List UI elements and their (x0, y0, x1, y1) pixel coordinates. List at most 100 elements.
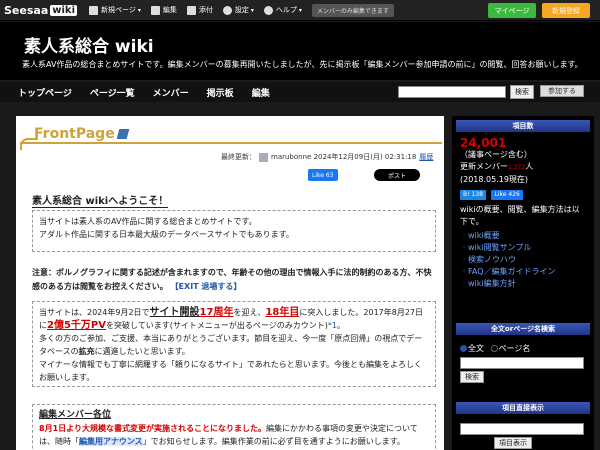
fulltext-search-panel: 全文 ページ名 検索 (456, 340, 590, 396)
nav-members[interactable]: メンバー (153, 86, 189, 99)
footnote-link[interactable]: *1 (328, 321, 337, 330)
members-line: 更新メンバー1,372人 (460, 161, 586, 174)
updated-date: 2024年12月09日(月) 02:31:18 (313, 153, 417, 161)
nav-page-list[interactable]: ページ一覧 (90, 86, 135, 99)
radio-pagename[interactable] (490, 345, 498, 352)
intro-line-2: アダルト作品に関する日本最大級のデータベースサイトでもあります。 (39, 230, 294, 239)
anniv-site-open: サイト開設 (149, 307, 200, 318)
link-wiki-sample[interactable]: wiki閲覧サンプル (460, 242, 586, 254)
fulltext-search-heading: 全文orページ名検索 (456, 323, 590, 335)
menu-attach-label: 添付 (198, 6, 213, 14)
welcome-heading: 素人系総合 wikiへようこそ！ (32, 192, 169, 208)
editor-heading: 編集メンバー各位 (39, 410, 112, 420)
nav-top-page[interactable]: トップページ (18, 86, 72, 99)
chevron-down-icon: ▾ (250, 6, 254, 14)
direct-item-heading: 項目直接表示 (456, 402, 590, 414)
link-faq-guideline[interactable]: FAQ／編集ガイドライン (460, 266, 586, 278)
gear-icon (222, 5, 232, 15)
menu-settings[interactable]: 設定 ▾ (222, 5, 254, 15)
x-post-button[interactable]: ポスト (374, 169, 420, 181)
anniv-text: を迎え、 (233, 308, 266, 317)
last-updated: 最終更新： marubonne 2024年12月09日(月) 02:31:18 … (221, 152, 433, 162)
anniv-text: を突破しています(サイトメニューが出るページのみカウント) (105, 321, 328, 330)
radio-pagename-label: ページ名 (498, 344, 531, 353)
guide-links: wiki概要 wiki閲覧サンプル 検索ノウハウ FAQ／編集ガイドライン wi… (460, 230, 586, 290)
anniv-18th: 18年目 (265, 307, 300, 318)
search-button[interactable]: 検索 (510, 85, 534, 99)
updated-label: 最終更新： (221, 153, 256, 161)
adult-notice: 注意：ポルノグラフィに関する記述が含まれますので、年齢その他の理由で情報入手に法… (32, 266, 438, 294)
facebook-like-button[interactable]: Like 426 (491, 190, 523, 200)
site-description: 素人系AV作品の総合まとめサイトです。編集メンバーの募集再開いたしましたが、先に… (22, 60, 583, 69)
anniv-text: に邁進したいと思います。 (94, 347, 190, 356)
nav-edit[interactable]: 編集 (252, 86, 270, 99)
site-header: 素人系総合 wiki 素人系AV作品の総合まとめサイトです。編集メンバーの募集再… (0, 22, 600, 80)
anniv-pv: 2億5千万PV (47, 320, 106, 331)
direct-item-button[interactable]: 項目表示 (494, 437, 532, 449)
count-note: （議事ページ含む） (460, 150, 532, 159)
edit-announce-link[interactable]: 編集用アナウンス (79, 437, 143, 446)
anniv-text: 。 (336, 321, 345, 330)
link-search-knowhow[interactable]: 検索ノウハウ (460, 254, 586, 266)
main-content: FrontPage 最終更新： marubonne 2024年12月09日(月)… (16, 116, 444, 450)
top-toolbar: Seesaa wiki 新規ページ ▾ 編集 添付 設定 ▾ ヘルプ ▾ メンバ… (0, 0, 600, 21)
seesaa-wiki-logo[interactable]: Seesaa wiki (4, 4, 77, 17)
menu-edit[interactable]: 編集 (150, 5, 177, 15)
members-label: 更新メンバー (460, 162, 508, 171)
link-wiki-overview[interactable]: wiki概要 (460, 230, 586, 242)
anniv-expand: 拡充 (78, 347, 95, 356)
anniversary-box: 当サイトは、2024年9月2日でサイト開設17周年を迎え、18年目に突入しました… (32, 301, 436, 387)
anniv-text: 当サイトは、2024年9月2日で (39, 308, 150, 317)
search-mode: 全文 ページ名 (460, 343, 586, 355)
format-change-notice: 8月1日より大規模な書式変更が実施されることになりました。 (39, 424, 266, 433)
menu-attach[interactable]: 添付 (186, 5, 213, 15)
link-edit-policy[interactable]: wiki編集方針 (460, 278, 586, 290)
pencil-icon[interactable] (116, 129, 130, 139)
hatena-bookmark-button[interactable]: B! 138 (460, 190, 486, 200)
title-ornament (20, 138, 442, 152)
menu-edit-label: 編集 (162, 6, 177, 14)
chevron-down-icon: ▾ (137, 6, 141, 14)
chevron-down-icon: ▾ (298, 6, 302, 14)
members-count: 1,372 (508, 164, 526, 171)
page-title-text: FrontPage (34, 126, 115, 142)
page-title: FrontPage (34, 126, 130, 142)
new-page-icon (89, 5, 98, 15)
search-input[interactable] (398, 86, 506, 98)
updated-user[interactable]: marubonne (271, 153, 311, 161)
member-only-badge: メンバーのみ編集できます (311, 3, 394, 17)
help-icon (263, 5, 273, 15)
item-count-heading: 項目数 (456, 120, 590, 132)
join-button[interactable]: 参加する (540, 85, 584, 97)
wiki-intro: wikiの概要、閲覧、編集方法は以下で。 (460, 205, 580, 226)
members-unit: 人 (525, 162, 534, 171)
site-title[interactable]: 素人系総合 wiki (24, 32, 154, 57)
editor-notice-box: 編集メンバー各位 8月1日より大規模な書式変更が実施されることになりました。編集… (32, 404, 436, 450)
nav-bbs[interactable]: 掲示板 (207, 86, 234, 99)
sidebar-search-button[interactable]: 検索 (460, 371, 484, 383)
logo-wiki-text: wiki (50, 4, 77, 16)
item-count-panel: 24,001 （議事ページ含む） 更新メンバー1,372人 (2018.05.1… (456, 134, 590, 302)
intro-box: 当サイトは素人系のAV作品に関する総合まとめサイトです。 アダルト作品に関する日… (32, 210, 436, 252)
register-button[interactable]: 新規登録 (542, 3, 590, 18)
menu-settings-label: 設定 (234, 6, 249, 14)
direct-item-input[interactable] (460, 423, 584, 435)
radio-fulltext[interactable] (460, 345, 467, 352)
item-count: 24,001 (460, 136, 507, 150)
logo-text: Seesaa (4, 3, 49, 17)
exit-link[interactable]: 【EXIT 退場する】 (171, 282, 242, 291)
menu-help[interactable]: ヘルプ ▾ (263, 5, 302, 15)
sidebar: 項目数 24,001 （議事ページ含む） 更新メンバー1,372人 (2018.… (452, 116, 594, 450)
editor-text: 」でお知らせします。編集作業の前に必ず目を通すようにお願いします。 (142, 437, 405, 446)
direct-item-panel: 項目表示 (456, 418, 590, 450)
radio-fulltext-label: 全文 (468, 344, 484, 353)
mypage-button[interactable]: マイページ (488, 3, 536, 18)
facebook-like-button[interactable]: Like 63 (308, 169, 338, 181)
attach-icon (186, 5, 196, 15)
share-buttons: B! 138 Like 426 (460, 188, 586, 200)
anniv-17th: 17周年 (199, 307, 234, 318)
menu-new-page-label: 新規ページ (101, 6, 136, 14)
menu-new-page[interactable]: 新規ページ ▾ (89, 5, 141, 15)
sidebar-search-input[interactable] (460, 357, 584, 369)
history-link[interactable]: 履歴 (419, 152, 433, 162)
